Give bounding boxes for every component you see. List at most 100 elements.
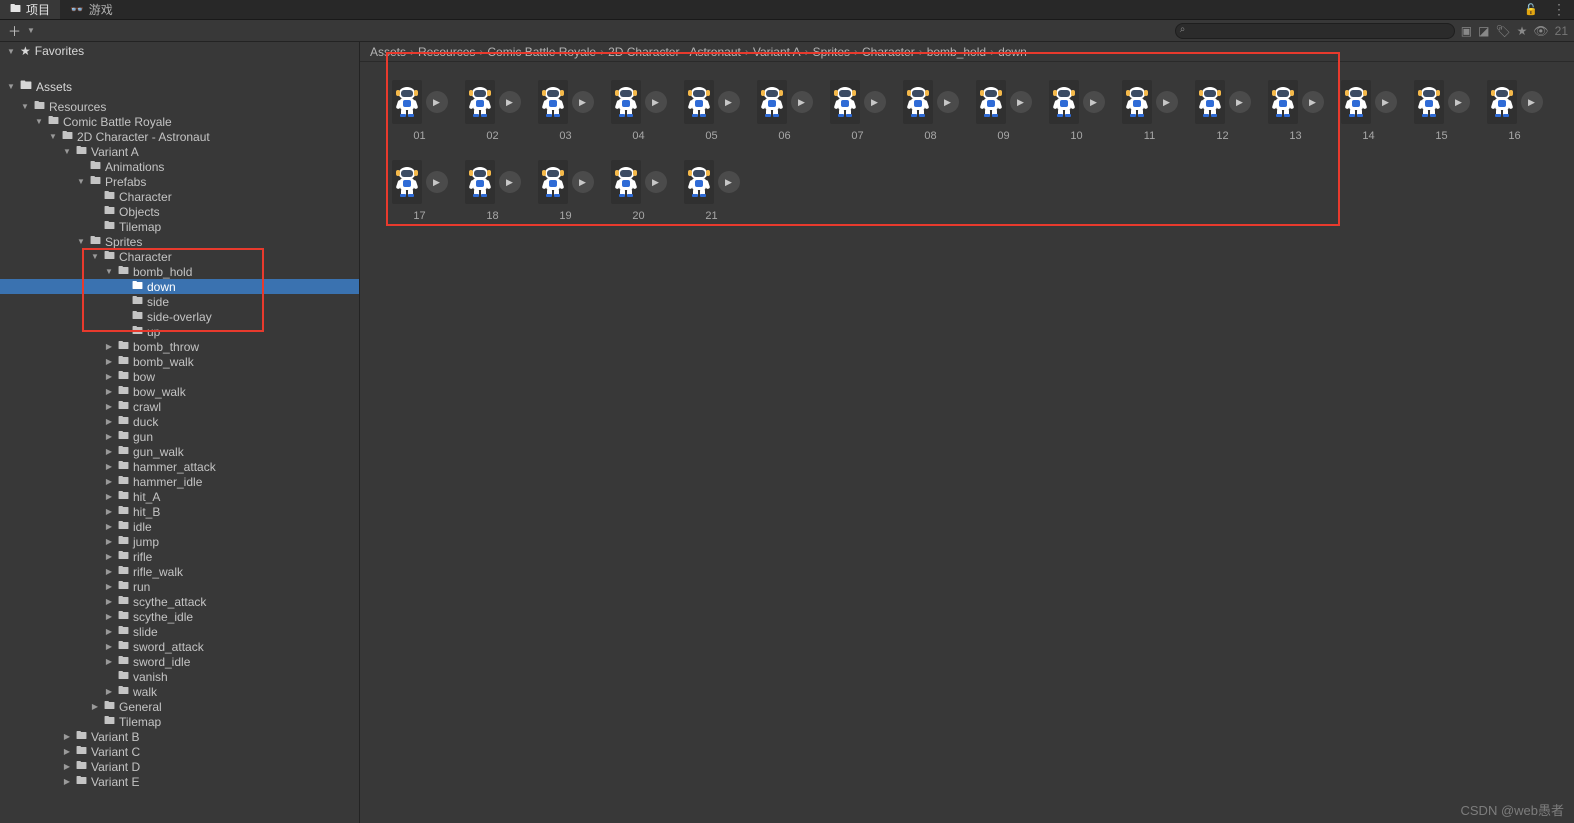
chevron-right-icon[interactable]	[104, 432, 114, 441]
sprite-cell[interactable]: ▶11	[1118, 80, 1181, 142]
chevron-right-icon[interactable]	[104, 657, 114, 666]
play-icon[interactable]: ▶	[1521, 91, 1543, 113]
tree-item-run[interactable]: 🖿run	[0, 579, 359, 594]
sprite-thumbnail[interactable]	[392, 80, 422, 124]
sprite-cell[interactable]: ▶12	[1191, 80, 1254, 142]
sprite-cell[interactable]: ▶09	[972, 80, 1035, 142]
tree-item-variant-b[interactable]: 🖿Variant B	[0, 729, 359, 744]
sprite-thumbnail[interactable]	[465, 160, 495, 204]
play-icon[interactable]: ▶	[1010, 91, 1032, 113]
play-icon[interactable]: ▶	[426, 91, 448, 113]
sprite-thumbnail[interactable]	[684, 80, 714, 124]
sprite-thumbnail[interactable]	[903, 80, 933, 124]
play-icon[interactable]: ▶	[718, 171, 740, 193]
chevron-down-icon[interactable]	[104, 267, 114, 276]
chevron-down-icon[interactable]: ▼	[27, 26, 35, 35]
sprite-cell[interactable]: ▶21	[680, 160, 743, 222]
tree-item-hit_b[interactable]: 🖿hit_B	[0, 504, 359, 519]
chevron-right-icon[interactable]	[104, 582, 114, 591]
sprite-cell[interactable]: ▶02	[461, 80, 524, 142]
tree-item-down[interactable]: 🖿down	[0, 279, 359, 294]
breadcrumb-item[interactable]: Resources	[418, 45, 475, 59]
breadcrumb-item[interactable]: 2D Character - Astronaut	[608, 45, 741, 59]
sprite-cell[interactable]: ▶07	[826, 80, 889, 142]
chevron-down-icon[interactable]	[6, 82, 16, 91]
play-icon[interactable]: ▶	[499, 171, 521, 193]
sprite-cell[interactable]: ▶13	[1264, 80, 1327, 142]
chevron-right-icon[interactable]	[90, 702, 100, 711]
tree-item-duck[interactable]: 🖿duck	[0, 414, 359, 429]
lock-icon[interactable]: 🔓	[1524, 3, 1544, 16]
tree-item-jump[interactable]: 🖿jump	[0, 534, 359, 549]
filter-type-icon[interactable]: ◪	[1478, 24, 1489, 38]
sprite-cell[interactable]: ▶10	[1045, 80, 1108, 142]
sprite-thumbnail[interactable]	[611, 160, 641, 204]
tree-item-idle[interactable]: 🖿idle	[0, 519, 359, 534]
play-icon[interactable]: ▶	[1448, 91, 1470, 113]
chevron-right-icon[interactable]	[104, 642, 114, 651]
tree-item-2d-character---astronaut[interactable]: 🖿2D Character - Astronaut	[0, 129, 359, 144]
hidden-icon[interactable]: 👁	[1533, 24, 1548, 38]
tree-item-bomb_walk[interactable]: 🖿bomb_walk	[0, 354, 359, 369]
play-icon[interactable]: ▶	[718, 91, 740, 113]
chevron-right-icon[interactable]	[104, 492, 114, 501]
play-icon[interactable]: ▶	[1156, 91, 1178, 113]
play-icon[interactable]: ▶	[499, 91, 521, 113]
tree-item-side-overlay[interactable]: 🖿side-overlay	[0, 309, 359, 324]
tab-project[interactable]: 🖿 项目	[0, 0, 60, 19]
chevron-down-icon[interactable]	[90, 252, 100, 261]
sprite-cell[interactable]: ▶03	[534, 80, 597, 142]
breadcrumb-item[interactable]: Sprites	[813, 45, 850, 59]
tree-item-rifle_walk[interactable]: 🖿rifle_walk	[0, 564, 359, 579]
chevron-down-icon[interactable]	[62, 147, 72, 156]
chevron-right-icon[interactable]	[104, 627, 114, 636]
play-icon[interactable]: ▶	[937, 91, 959, 113]
tree-item-scythe_attack[interactable]: 🖿scythe_attack	[0, 594, 359, 609]
tree-item-sword_idle[interactable]: 🖿sword_idle	[0, 654, 359, 669]
tree-item-gun_walk[interactable]: 🖿gun_walk	[0, 444, 359, 459]
search-input[interactable]	[1175, 23, 1455, 39]
tree-item-gun[interactable]: 🖿gun	[0, 429, 359, 444]
tree-item-objects[interactable]: 🖿Objects	[0, 204, 359, 219]
chevron-right-icon[interactable]	[104, 447, 114, 456]
sprite-thumbnail[interactable]	[1487, 80, 1517, 124]
tab-menu-icon[interactable]: ⋮	[1552, 1, 1574, 18]
chevron-right-icon[interactable]	[104, 417, 114, 426]
play-icon[interactable]: ▶	[1083, 91, 1105, 113]
tree-item-vanish[interactable]: 🖿vanish	[0, 669, 359, 684]
tree-item-slide[interactable]: 🖿slide	[0, 624, 359, 639]
chevron-right-icon[interactable]	[104, 372, 114, 381]
chevron-right-icon[interactable]	[104, 612, 114, 621]
chevron-right-icon[interactable]	[62, 732, 72, 741]
sprite-thumbnail[interactable]	[465, 80, 495, 124]
sprite-thumbnail[interactable]	[1122, 80, 1152, 124]
play-icon[interactable]: ▶	[864, 91, 886, 113]
sprite-thumbnail[interactable]	[830, 80, 860, 124]
sprite-thumbnail[interactable]	[684, 160, 714, 204]
tree-item-character[interactable]: 🖿Character	[0, 189, 359, 204]
sprite-cell[interactable]: ▶17	[388, 160, 451, 222]
breadcrumb-item[interactable]: Comic Battle Royale	[487, 45, 596, 59]
tree-item-variant-c[interactable]: 🖿Variant C	[0, 744, 359, 759]
sprite-thumbnail[interactable]	[392, 160, 422, 204]
tree-item-hammer_attack[interactable]: 🖿hammer_attack	[0, 459, 359, 474]
play-icon[interactable]: ▶	[572, 171, 594, 193]
tree-item-side[interactable]: 🖿side	[0, 294, 359, 309]
sprite-thumbnail[interactable]	[1268, 80, 1298, 124]
chevron-right-icon[interactable]	[104, 537, 114, 546]
sprite-cell[interactable]: ▶14	[1337, 80, 1400, 142]
favorites-header[interactable]: ★ Favorites	[0, 42, 359, 60]
tree-item-character[interactable]: 🖿Character	[0, 249, 359, 264]
tree-item-scythe_idle[interactable]: 🖿scythe_idle	[0, 609, 359, 624]
play-icon[interactable]: ▶	[426, 171, 448, 193]
play-icon[interactable]: ▶	[1229, 91, 1251, 113]
tree-item-hit_a[interactable]: 🖿hit_A	[0, 489, 359, 504]
chevron-right-icon[interactable]	[104, 402, 114, 411]
tree-item-comic-battle-royale[interactable]: 🖿Comic Battle Royale	[0, 114, 359, 129]
chevron-down-icon[interactable]	[48, 132, 58, 141]
chevron-down-icon[interactable]	[76, 237, 86, 246]
add-button[interactable]: ＋	[6, 21, 23, 40]
play-icon[interactable]: ▶	[645, 91, 667, 113]
tree-item-prefabs[interactable]: 🖿Prefabs	[0, 174, 359, 189]
chevron-down-icon[interactable]	[76, 177, 86, 186]
